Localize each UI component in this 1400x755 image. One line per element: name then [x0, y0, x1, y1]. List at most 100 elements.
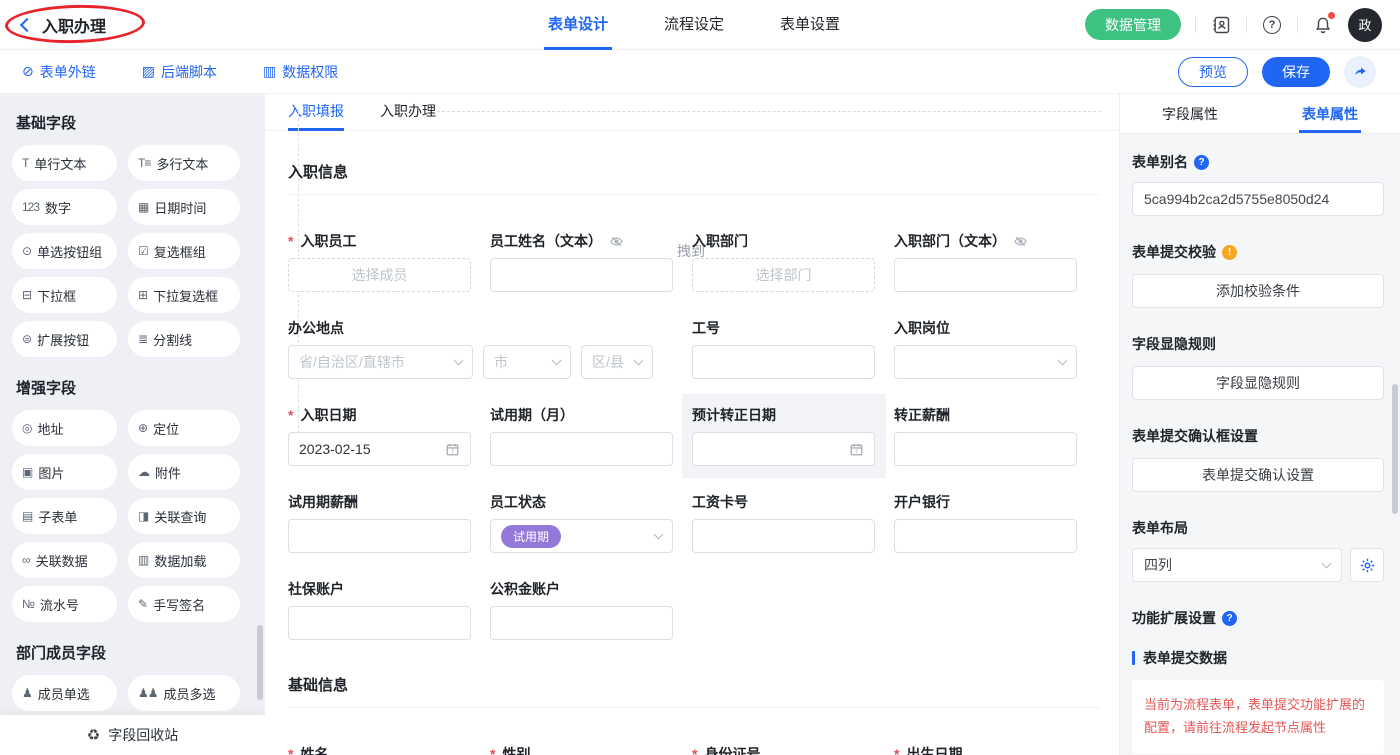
field-chip-extend-button[interactable]: ⊜扩展按钮: [12, 321, 117, 357]
field-chip-data-load[interactable]: ▥数据加载: [128, 542, 240, 578]
data-permission-link[interactable]: ▥ 数据权限: [263, 62, 338, 82]
share-button[interactable]: [1344, 56, 1376, 88]
field-department[interactable]: 入职部门 选择部门: [692, 231, 875, 292]
multi-line-text-icon: T≡: [138, 156, 150, 170]
field-probation-salary[interactable]: 试用期薪酬: [288, 492, 471, 553]
field-chip-number[interactable]: 123数字: [12, 189, 117, 225]
field-chip-checkbox-group[interactable]: ☑复选框组: [128, 233, 240, 269]
field-social-security[interactable]: 社保账户: [288, 579, 471, 640]
probation-salary-input[interactable]: [288, 519, 471, 553]
field-chip-radio-group[interactable]: ⊙单选按钮组: [12, 233, 117, 269]
save-button[interactable]: 保存: [1262, 57, 1330, 87]
housing-fund-input[interactable]: [490, 606, 673, 640]
social-security-input[interactable]: [288, 606, 471, 640]
field-gender[interactable]: 性别: [490, 744, 673, 755]
field-bank[interactable]: 开户银行: [894, 492, 1077, 553]
field-chip-select[interactable]: ⊟下拉框: [12, 277, 117, 313]
field-job-number[interactable]: 工号: [692, 318, 875, 379]
warning-icon[interactable]: [1222, 245, 1237, 260]
position-select[interactable]: [894, 345, 1077, 379]
field-department-text[interactable]: 入职部门（文本）: [894, 231, 1077, 292]
required-mark: [288, 233, 295, 249]
field-employee-status[interactable]: 员工状态 试用期: [490, 492, 673, 553]
expected-regular-date-input[interactable]: 7: [692, 432, 875, 466]
city-select[interactable]: 市: [483, 345, 571, 379]
help-question-icon[interactable]: [1222, 611, 1237, 626]
field-position[interactable]: 入职岗位: [894, 318, 1077, 379]
bank-input[interactable]: [894, 519, 1077, 553]
field-chip-single-line-text[interactable]: T单行文本: [12, 145, 117, 181]
field-expected-regular-date[interactable]: 预计转正日期 7: [692, 405, 875, 466]
field-chip-linked-data[interactable]: ∞关联数据: [12, 542, 117, 578]
field-chip-image[interactable]: ▣图片: [12, 454, 117, 490]
notification-bell-icon[interactable]: [1312, 14, 1334, 36]
form-external-link[interactable]: ⊘ 表单外链: [22, 62, 96, 82]
member-picker-input[interactable]: 选择成员: [288, 258, 471, 292]
field-office-location[interactable]: 办公地点 省/自治区/直辖市 市 区/县: [288, 318, 673, 379]
divider: [1195, 17, 1196, 33]
department-picker-input[interactable]: 选择部门: [692, 258, 875, 292]
field-entry-date[interactable]: 入职日期 2023-02-15 7: [288, 405, 471, 466]
field-chip-member-single[interactable]: ♟成员单选: [12, 675, 117, 711]
field-chip-serial-number[interactable]: №流水号: [12, 586, 117, 622]
field-chip-datetime[interactable]: ▦日期时间: [128, 189, 240, 225]
tab-flow-setting[interactable]: 流程设定: [660, 0, 728, 50]
help-question-icon[interactable]: [1194, 155, 1209, 170]
tab-form-properties[interactable]: 表单属性: [1260, 94, 1400, 133]
field-chip-location[interactable]: ⊕定位: [128, 410, 240, 446]
required-mark: [288, 746, 295, 755]
field-id-number[interactable]: 身份证号: [692, 744, 875, 755]
add-validation-button[interactable]: 添加校验条件: [1132, 274, 1384, 308]
field-chip-divider[interactable]: ≣分割线: [128, 321, 240, 357]
toolbar-links: ⊘ 表单外链 ▨ 后端脚本 ▥ 数据权限: [0, 62, 338, 82]
help-icon[interactable]: [1261, 14, 1283, 36]
avatar[interactable]: 政: [1348, 8, 1382, 42]
layout-select[interactable]: 四列: [1132, 548, 1342, 582]
district-select[interactable]: 区/县: [581, 345, 653, 379]
contacts-book-icon[interactable]: [1210, 14, 1232, 36]
field-chip-subform[interactable]: ▤子表单: [12, 498, 117, 534]
tab-field-properties[interactable]: 字段属性: [1120, 94, 1260, 133]
layout-settings-button[interactable]: [1350, 548, 1384, 582]
regular-salary-input[interactable]: [894, 432, 1077, 466]
preview-button[interactable]: 预览: [1178, 57, 1248, 87]
field-employee-name-text[interactable]: 员工姓名（文本）: [490, 231, 673, 292]
field-chip-member-multi[interactable]: ♟♟成员多选: [128, 675, 240, 711]
employee-name-input[interactable]: [490, 258, 673, 292]
field-chip-address[interactable]: ◎地址: [12, 410, 117, 446]
back-button[interactable]: 入职办理: [0, 13, 106, 37]
employee-status-select[interactable]: 试用期: [490, 519, 673, 553]
field-chip-multi-line-text[interactable]: T≡多行文本: [128, 145, 240, 181]
field-regular-salary[interactable]: 转正薪酬: [894, 405, 1077, 466]
submit-confirm-button[interactable]: 表单提交确认设置: [1132, 458, 1384, 492]
backend-script-link[interactable]: ▨ 后端脚本: [142, 62, 217, 82]
tab-form-design[interactable]: 表单设计: [544, 0, 612, 50]
field-visibility-button[interactable]: 字段显隐规则: [1132, 366, 1384, 400]
field-chip-multi-select[interactable]: ⊞下拉复选框: [128, 277, 240, 313]
form-alias-input[interactable]: 5ca994b2ca2d5755e8050d24: [1132, 182, 1384, 216]
tab-form-setting[interactable]: 表单设置: [776, 0, 844, 50]
properties-scrollbar[interactable]: [1392, 384, 1398, 514]
field-birth-date[interactable]: 出生日期 2023-02-15 7: [894, 744, 1077, 755]
field-recycle-bin[interactable]: ♻ 字段回收站: [0, 715, 265, 755]
province-select[interactable]: 省/自治区/直辖市: [288, 345, 473, 379]
canvas-tab-entry-fill[interactable]: 入职填报: [288, 94, 344, 131]
sidebar-scrollbar[interactable]: [257, 625, 263, 700]
field-name[interactable]: 姓名: [288, 744, 471, 755]
divider: [1246, 17, 1247, 33]
salary-card-input[interactable]: [692, 519, 875, 553]
field-housing-fund[interactable]: 公积金账户: [490, 579, 673, 640]
field-chip-lookup-query[interactable]: ◨关联查询: [128, 498, 240, 534]
entry-date-input[interactable]: 2023-02-15 7: [288, 432, 471, 466]
field-salary-card[interactable]: 工资卡号: [692, 492, 875, 553]
field-chip-attachment[interactable]: ☁附件: [128, 454, 240, 490]
field-onboard-member[interactable]: 入职员工 选择成员: [288, 231, 471, 292]
data-manage-button[interactable]: 数据管理: [1085, 9, 1181, 40]
notification-dot: [1328, 12, 1335, 19]
field-chip-signature[interactable]: ✎手写签名: [128, 586, 240, 622]
probation-months-input[interactable]: [490, 432, 673, 466]
field-probation-months[interactable]: 试用期（月）: [490, 405, 673, 466]
canvas-tab-entry-handle[interactable]: 入职办理: [380, 94, 436, 131]
department-text-input[interactable]: [894, 258, 1077, 292]
job-number-input[interactable]: [692, 345, 875, 379]
